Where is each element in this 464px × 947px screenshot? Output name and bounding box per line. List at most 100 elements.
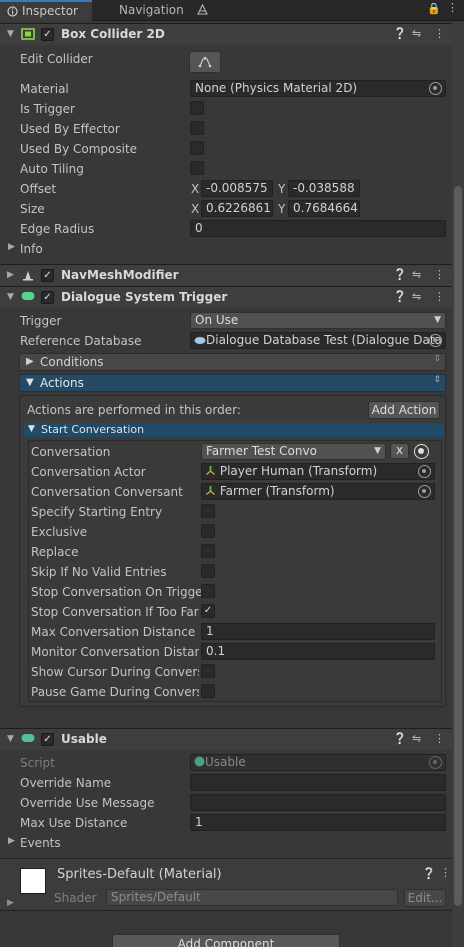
monitor-conversation-distance-field[interactable]: 0.1: [201, 643, 435, 660]
component-menu-icon[interactable]: ⋮: [434, 732, 445, 745]
dialogue-trigger-icon: [21, 292, 35, 300]
offset-x-field[interactable]: -0.008575: [201, 180, 273, 197]
edit-collider-icon: [198, 56, 212, 68]
scrollbar[interactable]: [452, 22, 464, 947]
info-fold-icon[interactable]: ▶: [8, 242, 15, 252]
fold-down-icon[interactable]: ▼: [7, 734, 14, 744]
help-icon[interactable]: ❔: [393, 732, 407, 745]
override-name-field[interactable]: [190, 774, 446, 791]
scrollbar-thumb[interactable]: [454, 186, 462, 906]
exclusive-checkbox[interactable]: [201, 524, 215, 538]
edit-shader-button[interactable]: Edit...: [404, 889, 446, 907]
conversation-actor-label: Conversation Actor: [31, 465, 146, 479]
conversation-picker-icon[interactable]: [414, 444, 429, 459]
used-by-effector-label: Used By Effector: [20, 122, 120, 136]
is-trigger-checkbox[interactable]: [190, 101, 204, 115]
stop-too-far-checkbox[interactable]: ✓: [201, 604, 215, 618]
reference-database-field[interactable]: Dialogue Database Test (Dialogue Data: [190, 332, 446, 349]
size-y-field[interactable]: 0.7684664: [288, 200, 360, 217]
fold-down-icon[interactable]: ▼: [7, 292, 14, 302]
inspector-icon: [7, 6, 18, 17]
skip-no-valid-checkbox[interactable]: [201, 564, 215, 578]
component-menu-icon[interactable]: ⋮: [434, 268, 445, 281]
script-icon: [194, 756, 205, 767]
box-collider-header[interactable]: ▼ ✓ Box Collider 2D ❔ ⇋ ⋮: [0, 23, 452, 45]
events-fold-icon[interactable]: ▶: [8, 836, 15, 846]
fold-right-icon[interactable]: ▶: [7, 270, 14, 280]
events-foldout[interactable]: Events: [20, 836, 61, 850]
object-picker-icon[interactable]: [418, 465, 431, 478]
reference-database-value: Dialogue Database Test (Dialogue Data: [206, 333, 442, 347]
material-fold-icon[interactable]: ▶: [7, 898, 14, 908]
add-component-button[interactable]: Add Component: [112, 934, 340, 947]
pause-game-checkbox[interactable]: [201, 684, 215, 698]
shader-dropdown[interactable]: Sprites/Default: [106, 889, 398, 906]
conversation-conversant-field[interactable]: Farmer (Transform): [201, 483, 435, 500]
max-conversation-distance-field[interactable]: 1: [201, 623, 435, 640]
component-menu-icon[interactable]: ⋮: [434, 27, 445, 40]
component-menu-icon[interactable]: ⋮: [434, 290, 445, 303]
object-picker-icon[interactable]: [429, 82, 442, 95]
navmesh-modifier-header[interactable]: ▶ ✓ NavMeshModifier ❔ ⇋ ⋮: [0, 264, 452, 286]
add-action-button[interactable]: Add Action: [368, 401, 440, 419]
specify-starting-entry-label: Specify Starting Entry: [31, 505, 163, 519]
dialogue-trigger-title: Dialogue System Trigger: [61, 290, 228, 304]
replace-checkbox[interactable]: [201, 544, 215, 558]
conversation-conversant-label: Conversation Conversant: [31, 485, 183, 499]
max-use-distance-field[interactable]: 1: [190, 814, 446, 831]
stop-on-trigger-label: Stop Conversation On Trigger: [31, 585, 208, 599]
stop-on-trigger-checkbox[interactable]: [201, 584, 215, 598]
dialogue-system-trigger-header[interactable]: ▼ ✓ Dialogue System Trigger ❔ ⇋ ⋮: [0, 286, 452, 308]
clear-conversation-button[interactable]: x: [390, 443, 409, 459]
override-use-message-field[interactable]: [190, 794, 446, 811]
preset-icon[interactable]: ⇋: [412, 290, 421, 303]
edit-collider-button[interactable]: [189, 51, 221, 73]
more-options-icon[interactable]: ⋮: [447, 1, 458, 14]
info-foldout[interactable]: Info: [20, 242, 43, 256]
object-picker-icon[interactable]: [429, 334, 442, 347]
usable-enabled-checkbox[interactable]: ✓: [41, 733, 54, 746]
separator: [0, 910, 452, 911]
help-icon[interactable]: ❔: [422, 867, 436, 880]
specify-starting-entry-checkbox[interactable]: [201, 504, 215, 518]
conditions-foldout[interactable]: ▶ Conditions ⇕: [19, 353, 446, 371]
start-conversation-header[interactable]: ▼ Start Conversation: [24, 423, 444, 437]
help-icon[interactable]: ❔: [393, 27, 407, 40]
offset-y-field[interactable]: -0.038588: [288, 180, 360, 197]
material-preview[interactable]: [20, 868, 46, 894]
actions-fold-icon: ▼: [26, 377, 34, 388]
auto-tiling-checkbox[interactable]: [190, 161, 204, 175]
box-collider-title: Box Collider 2D: [61, 27, 165, 41]
lock-icon[interactable]: 🔒: [427, 2, 441, 15]
conversation-actor-field[interactable]: Player Human (Transform): [201, 463, 435, 480]
navmesh-enabled-checkbox[interactable]: ✓: [41, 269, 54, 282]
tab-navigation[interactable]: Navigation: [94, 0, 214, 21]
help-icon[interactable]: ❔: [393, 290, 407, 303]
material-field[interactable]: None (Physics Material 2D): [190, 80, 446, 97]
fold-down-icon[interactable]: ▼: [7, 29, 14, 39]
edge-radius-field[interactable]: 0: [190, 220, 446, 237]
box-collider-enabled-checkbox[interactable]: ✓: [41, 28, 54, 41]
used-by-composite-checkbox[interactable]: [190, 141, 204, 155]
dialogue-trigger-enabled-checkbox[interactable]: ✓: [41, 291, 54, 304]
conversation-dropdown[interactable]: Farmer Test Convo ▼: [201, 443, 386, 460]
box-collider-icon: [21, 28, 35, 40]
usable-header[interactable]: ▼ ✓ Usable ❔ ⇋ ⋮: [0, 728, 452, 750]
trigger-value: On Use: [195, 313, 239, 327]
tab-inspector[interactable]: Inspector: [0, 0, 92, 21]
object-picker-icon[interactable]: [418, 485, 431, 498]
chevron-down-icon: ▼: [434, 315, 441, 325]
reorder-icon: ⇕: [433, 354, 441, 364]
preset-icon[interactable]: ⇋: [412, 27, 421, 40]
show-cursor-checkbox[interactable]: [201, 664, 215, 678]
used-by-effector-checkbox[interactable]: [190, 121, 204, 135]
exclusive-label: Exclusive: [31, 525, 88, 539]
actions-label: Actions: [40, 376, 84, 390]
preset-icon[interactable]: ⇋: [412, 732, 421, 745]
help-icon[interactable]: ❔: [393, 268, 407, 281]
trigger-dropdown[interactable]: On Use ▼: [190, 312, 446, 329]
component-menu-icon[interactable]: ⋮: [440, 866, 451, 879]
actions-foldout[interactable]: ▼ Actions ⇕: [19, 374, 446, 392]
size-x-field[interactable]: 0.6226861: [201, 200, 273, 217]
preset-icon[interactable]: ⇋: [412, 268, 421, 281]
